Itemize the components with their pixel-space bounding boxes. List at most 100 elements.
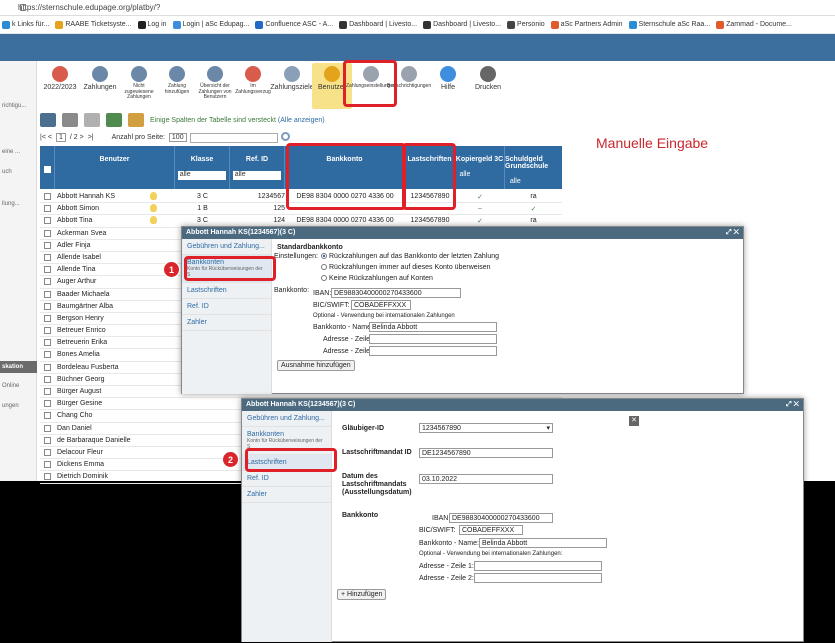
row-user-name[interactable]: Betreuerin Erika (57, 339, 107, 346)
browser-url-bar[interactable]: https://sternschule.edupage.org/platby/? (0, 0, 835, 16)
account-name-input[interactable]: Belinda Abbott (479, 538, 607, 548)
table-search-input[interactable] (190, 133, 278, 143)
address1-input[interactable] (474, 561, 602, 571)
row-checkbox[interactable] (44, 473, 51, 481)
row-checkbox[interactable] (44, 266, 51, 274)
bookmark-item[interactable]: Log in (137, 20, 167, 29)
col-ref[interactable]: Ref. ID alle (230, 146, 285, 189)
dialog1-window-controls[interactable]: ⤢ ✕ (726, 229, 739, 237)
tools-icon[interactable] (62, 113, 78, 127)
leftnav-item[interactable]: skation (0, 361, 37, 373)
toolbar-target-button[interactable]: Zahlungsziele (270, 63, 314, 109)
row-user-name[interactable]: Auger Arthur (57, 278, 96, 285)
dialog-nav-4[interactable]: Ref. ID (182, 299, 271, 315)
toolbar-overview-button[interactable]: Übersicht der Zahlungen von Benutzern (196, 63, 234, 109)
leftnav-item[interactable]: Online (2, 383, 19, 389)
row-checkbox[interactable] (44, 388, 51, 395)
row-checkbox[interactable] (44, 339, 51, 347)
toolbar-help-button[interactable]: Hilfe (428, 63, 468, 109)
leftnav-item[interactable]: richtigu... (2, 103, 26, 109)
row-user-name[interactable]: Büchner Georg (57, 376, 104, 383)
toolbar-print-button[interactable]: Drucken (468, 63, 508, 109)
bic-input[interactable]: COBADEFFXXX (351, 300, 411, 310)
leftnav-item[interactable]: eine ... (2, 149, 20, 155)
account-name-input[interactable]: Belinda Abbott (369, 322, 497, 332)
radio-this-account[interactable]: Rückzahlungen immer auf dieses Konto übe… (321, 264, 490, 271)
pager-of[interactable]: / 2 > (70, 134, 84, 141)
creditor-id-select[interactable]: 1234567890 ▾ (419, 423, 553, 433)
radio-no-refunds[interactable]: Keine Rückzahlungen auf Konten (321, 275, 433, 282)
user-edit-icon[interactable] (128, 113, 144, 127)
row-user-name[interactable]: Allende Tina (57, 266, 96, 273)
dialog-nav-1[interactable]: Gebühren und Zahlung... (182, 239, 271, 255)
mandate-id-input[interactable]: DE1234567890 (419, 448, 553, 458)
row-user-name[interactable]: Dietrich Dominik (57, 473, 108, 480)
bookmark-item[interactable]: RAABE Ticketsyste... (55, 20, 132, 29)
row-checkbox[interactable] (44, 436, 51, 444)
lightbulb-icon[interactable] (150, 204, 157, 213)
row-user-name[interactable]: Abbott Hannah KS (57, 193, 115, 200)
row-user-name[interactable]: Bergson Henry (57, 315, 104, 322)
bookmark-item[interactable]: Personio (507, 20, 545, 29)
dialog-nav-4[interactable]: Ref. ID (242, 471, 331, 487)
row-checkbox[interactable] (44, 363, 51, 371)
pager-prev[interactable]: |< < (40, 134, 52, 141)
row-checkbox[interactable] (44, 424, 51, 432)
col-copy-fee[interactable]: Kopiergeld 3C alle (455, 146, 505, 189)
page-select[interactable]: 1 (55, 133, 66, 142)
iban-input[interactable]: DE98830400000270433600 (331, 288, 461, 298)
row-user-name[interactable]: de Barbaraque Danielle (57, 437, 131, 444)
debt-filter[interactable]: alle (508, 178, 559, 187)
row-user-name[interactable]: Baumgärtner Alba (57, 303, 113, 310)
grid-icon[interactable] (84, 113, 100, 127)
radio-last-payment[interactable]: Rückzahlungen auf das Bankkonto der letz… (321, 253, 499, 260)
dialog-nav-1[interactable]: Gebühren und Zahlung... (242, 411, 331, 427)
row-checkbox[interactable] (44, 205, 51, 213)
add-user-icon[interactable] (106, 113, 122, 127)
toolbar-question-bag-button[interactable]: Nicht zugewiesene Zahlungen (120, 63, 158, 109)
row-checkbox[interactable] (44, 448, 51, 456)
address1-input[interactable] (369, 334, 497, 344)
class-filter[interactable]: alle (177, 171, 227, 180)
row-user-name[interactable]: Abbott Tina (57, 217, 92, 224)
bookmark-item[interactable]: aSc Partners Admin (550, 20, 623, 29)
row-checkbox[interactable] (44, 314, 51, 322)
leftnav-item[interactable]: uch (2, 169, 12, 175)
show-all-link[interactable]: (Alle anzeigen) (278, 117, 325, 124)
row-user-name[interactable]: Bürger Gesine (57, 400, 102, 407)
row-checkbox[interactable] (44, 400, 51, 408)
row-user-name[interactable]: Abbott Simon (57, 205, 99, 212)
bookmark-item[interactable]: Zammad - Docume... (716, 20, 792, 29)
dialog-nav-5[interactable]: Zahler (182, 315, 271, 331)
row-user-name[interactable]: Bones Amelia (57, 351, 100, 358)
address2-input[interactable] (369, 346, 497, 356)
select-all-checkbox[interactable] (43, 166, 51, 173)
add-button[interactable]: + Hinzufügen (337, 589, 387, 600)
bookmark-item[interactable]: Dashboard | Livesto... (423, 20, 501, 29)
dialog-nav-5[interactable]: Zahler (242, 487, 331, 503)
row-checkbox[interactable] (44, 412, 51, 420)
row-checkbox[interactable] (44, 278, 51, 286)
lightbulb-icon[interactable] (150, 192, 157, 200)
row-user-name[interactable]: Dickens Emma (57, 461, 104, 468)
bookmark-item[interactable]: k Links für... (2, 20, 49, 29)
search-icon[interactable] (281, 132, 290, 141)
close-icon[interactable]: ✕ (629, 416, 639, 426)
ref-filter[interactable]: alle (232, 171, 282, 180)
row-user-name[interactable]: Bürger August (57, 388, 101, 395)
row-checkbox[interactable] (44, 229, 51, 237)
row-checkbox[interactable] (44, 217, 51, 225)
row-checkbox[interactable] (44, 241, 51, 249)
row-checkbox[interactable] (44, 253, 51, 261)
row-user-name[interactable]: Bordeleau Fusberta (57, 364, 118, 371)
save-icon[interactable] (40, 113, 56, 127)
col-school-fee[interactable]: Schuldgeld Grundschule alle (505, 146, 562, 189)
leftnav-item[interactable]: llung... (2, 201, 20, 207)
url-text[interactable]: https://sternschule.edupage.org/platby/? (18, 3, 160, 12)
dialog-nav-3[interactable]: Lastschriften (182, 283, 271, 299)
bookmark-item[interactable]: Confluence ASC - A... (255, 20, 333, 29)
bookmark-item[interactable]: Dashboard | Livesto... (339, 20, 417, 29)
leftnav-item[interactable]: ungen (2, 403, 19, 409)
pager-next[interactable]: >| (88, 134, 94, 141)
mandate-date-input[interactable]: 03.10.2022 (419, 474, 553, 484)
